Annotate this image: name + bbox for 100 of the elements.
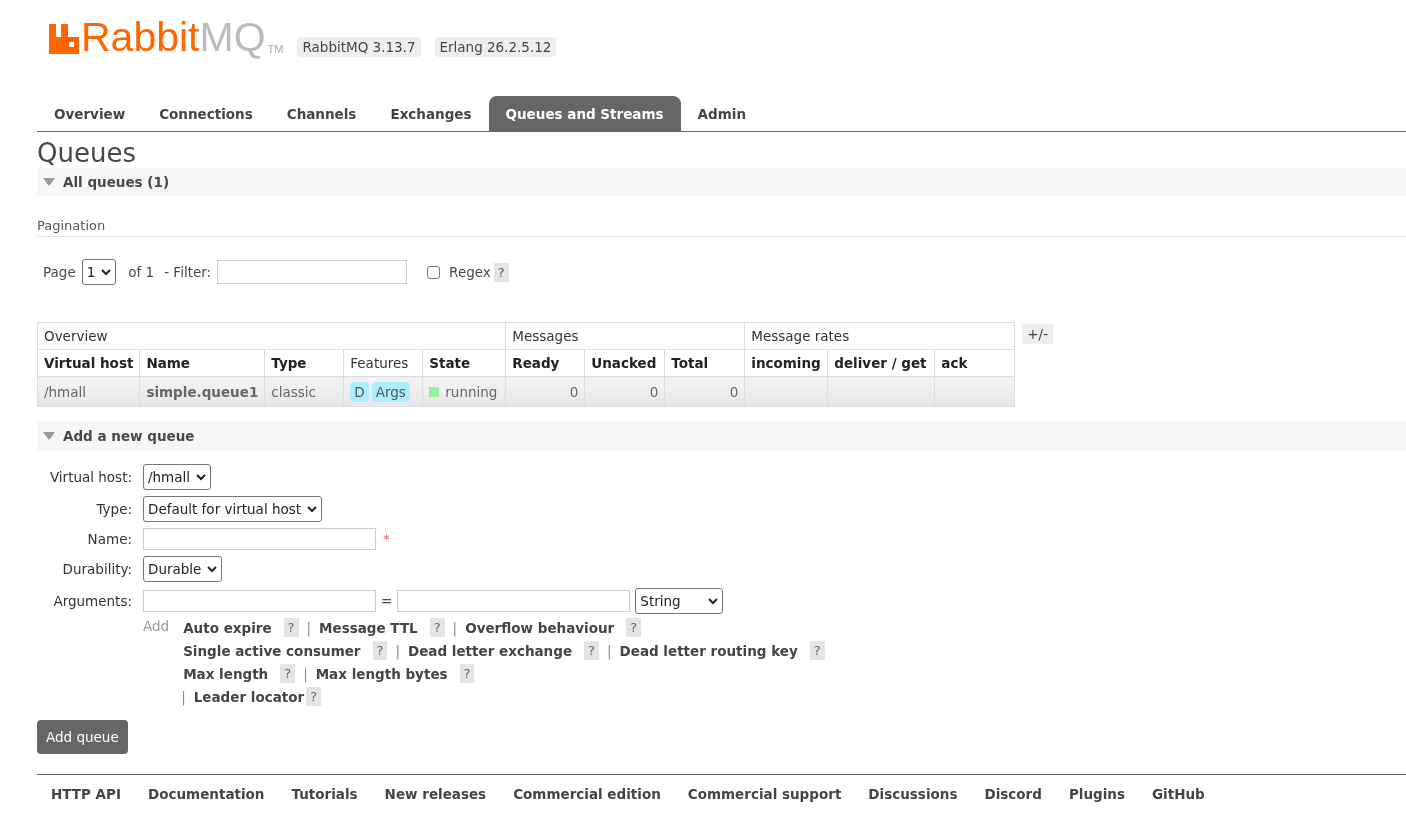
footer-link[interactable]: Tutorials xyxy=(291,786,358,802)
add-queue-button[interactable]: Add queue xyxy=(37,720,128,754)
footer-link[interactable]: HTTP API xyxy=(51,786,121,802)
column-header: Features xyxy=(343,349,423,377)
field-label: Name: xyxy=(86,531,132,547)
field-label: Durability: xyxy=(61,561,132,577)
equals-sign: = xyxy=(381,593,393,609)
column-header: Name xyxy=(139,349,265,377)
footer-link[interactable]: Documentation xyxy=(148,786,265,802)
separator: | xyxy=(395,642,400,659)
chevron-icon xyxy=(101,268,112,276)
argument-value-field[interactable] xyxy=(397,590,631,612)
add-label: Add xyxy=(143,618,170,636)
argument-key-field[interactable] xyxy=(143,590,376,612)
help-button[interactable]: ? xyxy=(306,687,322,706)
triangle-icon xyxy=(43,432,55,440)
type-select[interactable]: String xyxy=(635,588,724,614)
help-button[interactable]: ? xyxy=(280,664,296,683)
footer-link[interactable]: Commercial edition xyxy=(513,786,661,802)
column-header: ack xyxy=(934,349,1015,377)
separator: | xyxy=(452,619,458,636)
chevron-icon xyxy=(196,473,207,481)
column-header: incoming xyxy=(744,349,828,377)
footer-link[interactable]: Plugins xyxy=(1068,786,1125,802)
required-mark: * xyxy=(383,531,390,547)
separator: | xyxy=(181,688,186,705)
state-text: running xyxy=(445,383,498,400)
filter-field[interactable] xyxy=(217,260,408,284)
page-label: Page xyxy=(43,264,76,280)
group-header: Overview xyxy=(37,322,506,350)
help-button[interactable]: ? xyxy=(459,664,475,683)
field-label: Arguments: xyxy=(52,593,132,609)
argument-shortcut-link[interactable]: Max length bytes xyxy=(315,665,448,682)
trademark: TM xyxy=(267,43,284,55)
nav-tab[interactable]: Admin xyxy=(680,96,763,131)
page-select[interactable]: 1 xyxy=(81,259,117,285)
field-label: Type: xyxy=(95,501,132,517)
help-button[interactable]: ? xyxy=(283,618,299,637)
separator: | xyxy=(306,619,312,636)
select-field[interactable]: Default for virtual host xyxy=(143,496,323,522)
nav-tab[interactable]: Exchanges xyxy=(373,96,489,131)
logo-text: MQ xyxy=(199,17,266,58)
queue-link[interactable]: simple.queue1 xyxy=(139,376,265,407)
help-button[interactable]: ? xyxy=(372,641,388,660)
separator: | xyxy=(303,665,308,682)
argument-shortcut-link[interactable]: Single active consumer xyxy=(183,642,361,659)
help-button[interactable]: ? xyxy=(626,618,642,637)
section-header[interactable]: All queues (1) xyxy=(37,168,1406,196)
regex-label: Regex xyxy=(449,264,491,280)
table-cell: classic xyxy=(264,376,344,407)
nav-tab[interactable]: Channels xyxy=(269,96,374,131)
help-button[interactable]: ? xyxy=(429,618,445,637)
select-field[interactable]: /hmall xyxy=(143,464,212,490)
triangle-icon xyxy=(43,178,55,186)
table-cell: /hmall xyxy=(37,376,140,407)
field-label: Virtual host: xyxy=(48,469,132,485)
chevron-icon xyxy=(708,597,719,605)
footer-link[interactable]: Discord xyxy=(984,786,1042,802)
nav-tab[interactable]: Overview xyxy=(37,96,143,131)
columns-toggle-button[interactable]: +/- xyxy=(1022,324,1053,344)
column-header: Type xyxy=(264,349,344,377)
column-header: Unacked xyxy=(584,349,665,377)
column-header: Virtual host xyxy=(37,349,140,377)
argument-shortcut-link[interactable]: Max length xyxy=(183,665,269,682)
column-header: Ready xyxy=(505,349,585,377)
version-badge: Erlang 26.2.5.12 xyxy=(434,37,557,57)
footer-link[interactable]: GitHub xyxy=(1152,786,1205,802)
table-cell: 0 xyxy=(664,376,745,407)
column-header: deliver / get xyxy=(827,349,935,377)
footer-link[interactable]: New releases xyxy=(384,786,487,802)
argument-shortcut-link[interactable]: Leader locator xyxy=(193,688,305,705)
logo-text: Rabbit xyxy=(81,17,200,58)
argument-shortcut-link[interactable]: Auto expire xyxy=(183,619,272,636)
help-button[interactable]: ? xyxy=(493,262,509,282)
separator: | xyxy=(606,642,612,659)
regex-checkbox[interactable] xyxy=(427,265,441,279)
select-field[interactable]: Durable xyxy=(143,556,223,582)
nav-tab[interactable]: Queues and Streams xyxy=(488,96,681,131)
feature-tag: Args xyxy=(371,381,410,402)
footer-link[interactable]: Commercial support xyxy=(687,786,842,802)
logo-icon xyxy=(49,24,79,54)
argument-shortcut-link[interactable]: Message TTL xyxy=(319,619,418,636)
footer-link[interactable]: Discussions xyxy=(868,786,958,802)
chevron-icon xyxy=(207,565,218,573)
argument-shortcut-link[interactable]: Dead letter exchange xyxy=(408,642,573,659)
column-header: Total xyxy=(664,349,745,377)
group-header: Messages xyxy=(505,322,745,350)
version-badge: RabbitMQ 3.13.7 xyxy=(297,37,421,57)
argument-shortcut-link[interactable]: Overflow behaviour xyxy=(465,619,615,636)
name-field[interactable] xyxy=(143,528,376,550)
table-cell: 0 xyxy=(584,376,665,407)
page-title: Queues xyxy=(37,140,137,166)
argument-shortcut-link[interactable]: Dead letter routing key xyxy=(619,642,798,659)
help-button[interactable]: ? xyxy=(584,641,599,660)
help-button[interactable]: ? xyxy=(809,641,825,660)
chevron-icon xyxy=(307,505,318,513)
nav-tab[interactable]: Connections xyxy=(142,96,270,131)
filter-label: - Filter: xyxy=(164,264,212,280)
section-header[interactable]: Add a new queue xyxy=(37,422,1406,450)
page-count: of 1 xyxy=(128,264,155,280)
